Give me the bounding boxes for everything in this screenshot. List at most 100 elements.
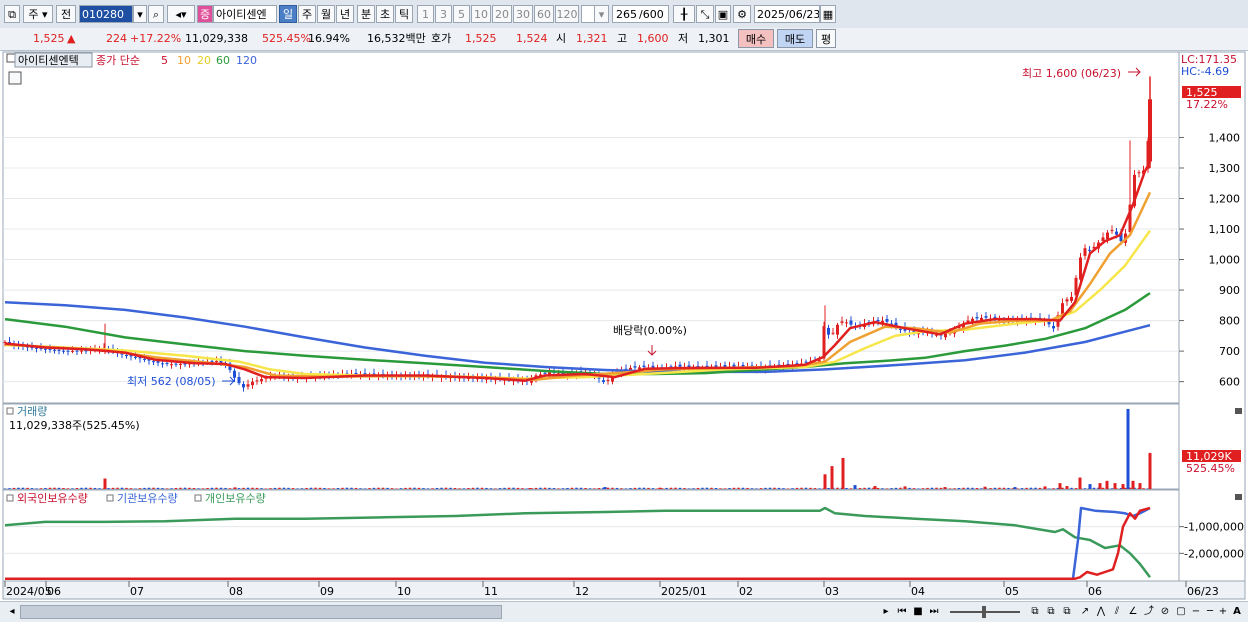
stock-code-input[interactable]: 010280 bbox=[79, 5, 133, 23]
stock-chart[interactable]: 아이티센엔텍 종가 단순 5 10 20 60 120 최고 1,600 (06… bbox=[0, 51, 1248, 601]
period-tick[interactable]: 틱 bbox=[395, 5, 413, 23]
period-week[interactable]: 주 bbox=[298, 5, 316, 23]
calendar-icon[interactable]: ▦ bbox=[820, 5, 836, 23]
draw-fib-icon[interactable]: ⊘ bbox=[1158, 604, 1172, 619]
period-minute[interactable]: 분 bbox=[357, 5, 375, 23]
count-input[interactable]: 265 bbox=[612, 5, 640, 23]
holdings-close-icon[interactable] bbox=[1235, 494, 1242, 500]
buy-button[interactable]: 매수 bbox=[738, 29, 774, 48]
window-tile-icon[interactable]: ⧉ bbox=[1028, 604, 1042, 619]
volume-bar bbox=[683, 488, 685, 489]
minute-120[interactable]: 120 bbox=[555, 5, 579, 23]
draw-zigzag-icon[interactable]: ⋀ bbox=[1094, 604, 1108, 619]
draw-angle-icon[interactable]: ∠ bbox=[1126, 604, 1140, 619]
scroll-right-icon[interactable]: ▸ bbox=[880, 604, 892, 619]
candle-body bbox=[157, 361, 160, 363]
legend-foreign: 외국인보유수량 bbox=[17, 492, 88, 505]
badge-icon: 증 bbox=[197, 5, 213, 23]
volume-bar bbox=[1061, 488, 1063, 489]
volume-bar bbox=[553, 488, 555, 489]
candle-body bbox=[1088, 250, 1091, 251]
volume-bar bbox=[247, 488, 249, 489]
volume-pane bbox=[3, 404, 1179, 489]
volume-bar bbox=[157, 488, 159, 489]
volume-bar bbox=[287, 488, 289, 489]
stop-icon[interactable]: ■ bbox=[912, 604, 924, 619]
minute-20[interactable]: 20 bbox=[492, 5, 512, 23]
period-day[interactable]: 일 bbox=[279, 5, 297, 23]
volume-bar bbox=[422, 488, 424, 489]
price-tick-label: 1,400 bbox=[1209, 131, 1241, 144]
draw-channel-icon[interactable]: ⫽ bbox=[1110, 604, 1124, 619]
volume-bar bbox=[539, 488, 541, 489]
volume-bar bbox=[976, 488, 978, 489]
horizontal-line-icon[interactable]: ─ bbox=[1204, 604, 1216, 619]
volume-bar bbox=[409, 488, 411, 489]
search-icon[interactable]: ⌕ bbox=[148, 5, 164, 23]
candle-body bbox=[251, 382, 254, 385]
volume-bar bbox=[571, 488, 573, 489]
settings-icon[interactable]: ⚙ bbox=[733, 5, 751, 23]
volume-bar bbox=[148, 488, 150, 489]
price-pane bbox=[3, 52, 1179, 403]
chart-copy-icon[interactable]: ⧉ bbox=[1060, 604, 1074, 619]
code-dropdown-icon[interactable]: ▾ bbox=[133, 5, 147, 23]
text-tool-icon[interactable]: A bbox=[1230, 604, 1244, 619]
holdings-tick-label: -2,000,000 bbox=[1184, 547, 1244, 560]
chart-scrollbar[interactable]: ◂ ▸ ⏮ ■ ⏭ ⧉ ⧉ ⧉ ↗ ⋀ ⫽ ∠ ⤴ ⊘ ▢ − ─ + A bbox=[0, 601, 1248, 622]
first-page-icon[interactable]: ⏮ bbox=[895, 604, 909, 619]
volume-close-icon[interactable] bbox=[1235, 408, 1242, 414]
period-year[interactable]: 년 bbox=[336, 5, 354, 23]
last-page-icon[interactable]: ⏭ bbox=[927, 604, 941, 619]
volume-bar bbox=[584, 488, 586, 489]
minute-30[interactable]: 30 bbox=[513, 5, 533, 23]
candle-type-icon[interactable]: ╂ bbox=[673, 5, 695, 23]
volume-bar bbox=[188, 488, 190, 489]
avg-button[interactable]: 평 bbox=[816, 29, 836, 48]
market-select[interactable]: 주 ▾ bbox=[23, 5, 53, 23]
draw-line-icon[interactable]: ↗ bbox=[1078, 604, 1092, 619]
date-input[interactable]: 2025/06/23 bbox=[754, 5, 820, 23]
volume-bar bbox=[49, 488, 51, 489]
sound-icon[interactable]: ◂▾ bbox=[167, 5, 195, 23]
sell-button[interactable]: 매도 bbox=[777, 29, 813, 48]
minute-1[interactable]: 1 bbox=[417, 5, 434, 23]
volume-bar bbox=[346, 488, 348, 489]
volume-bar bbox=[431, 488, 433, 489]
volume-bar bbox=[526, 488, 528, 489]
draw-box-icon[interactable]: ▢ bbox=[1174, 604, 1188, 619]
period-month[interactable]: 월 bbox=[317, 5, 335, 23]
minute-3[interactable]: 3 bbox=[435, 5, 452, 23]
volume-bar bbox=[314, 488, 316, 489]
volume-bar bbox=[796, 488, 798, 489]
minute-5[interactable]: 5 bbox=[453, 5, 470, 23]
volume-bar bbox=[508, 488, 510, 489]
minute-60[interactable]: 60 bbox=[534, 5, 554, 23]
candle-body bbox=[62, 351, 65, 352]
save-icon[interactable]: ▣ bbox=[715, 5, 731, 23]
scroll-thumb[interactable] bbox=[20, 605, 502, 619]
zoom-slider-handle[interactable] bbox=[982, 606, 986, 618]
draw-trend-icon[interactable]: ⤴ bbox=[1142, 604, 1156, 619]
zoom-in-icon[interactable]: + bbox=[1217, 604, 1229, 619]
period-second[interactable]: 초 bbox=[376, 5, 394, 23]
volume-bar bbox=[944, 487, 947, 489]
volume-bar bbox=[8, 488, 10, 489]
jeon-button[interactable]: 전 bbox=[56, 5, 76, 23]
chart-window-icon[interactable]: ⧉ bbox=[4, 5, 20, 23]
minute-dropdown-icon[interactable]: ▾ bbox=[594, 5, 609, 23]
crosshair-icon[interactable]: ⤡ bbox=[696, 5, 714, 23]
volume-bar bbox=[40, 488, 42, 489]
scroll-left-icon[interactable]: ◂ bbox=[6, 604, 18, 619]
volume-bar bbox=[364, 488, 366, 489]
volume-bar bbox=[1114, 483, 1117, 489]
zoom-out-icon[interactable]: − bbox=[1190, 604, 1202, 619]
grid-toggle-icon[interactable] bbox=[9, 72, 21, 84]
volume-bar bbox=[984, 487, 987, 489]
candle-body bbox=[850, 321, 853, 325]
volume-bar bbox=[80, 488, 82, 489]
minute-10[interactable]: 10 bbox=[471, 5, 491, 23]
candle-body bbox=[827, 328, 830, 335]
window-stack-icon[interactable]: ⧉ bbox=[1044, 604, 1058, 619]
volume-bar bbox=[782, 488, 784, 489]
